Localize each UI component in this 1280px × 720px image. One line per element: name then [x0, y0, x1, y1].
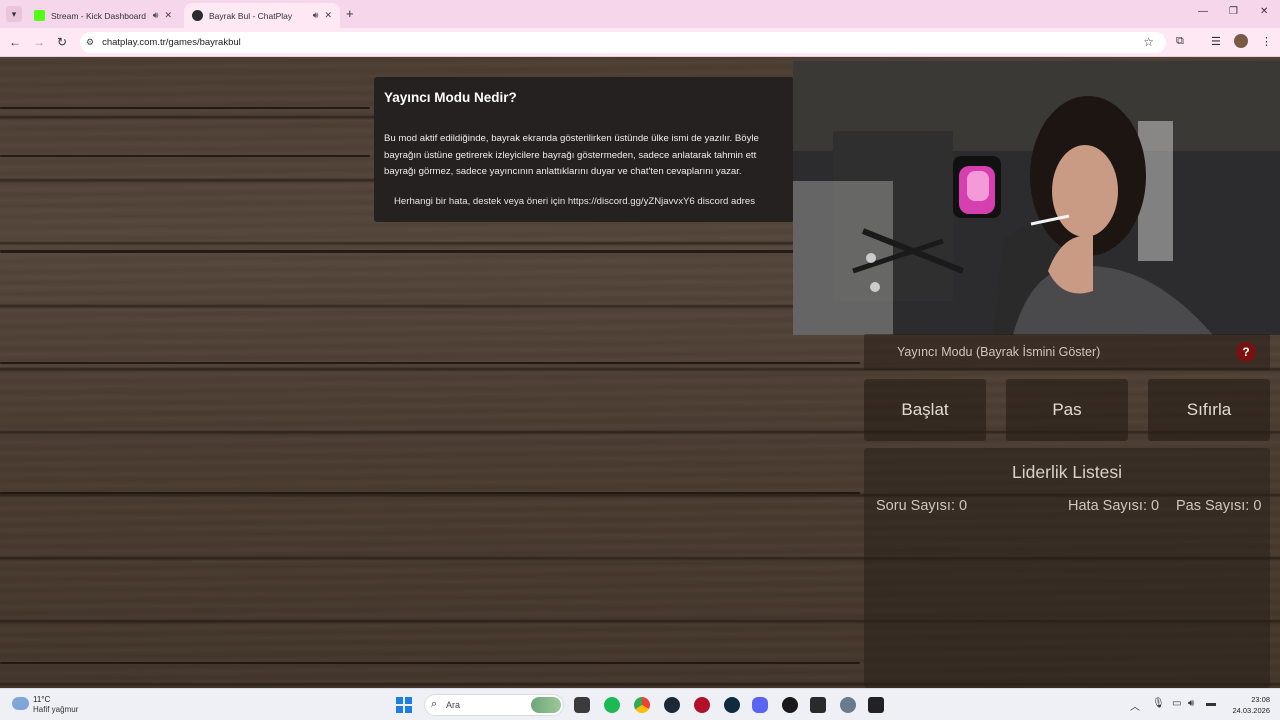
streamer-mode-info-modal: Yayıncı Modu Nedir? Bu mod aktif edildiğ…	[374, 77, 794, 222]
browser-tab-strip: ▾ Stream - Kick Dashboard 🔊︎ ✕ Bayrak Bu…	[0, 0, 1280, 28]
streamer-mode-toggle[interactable]: Yayıncı Modu (Bayrak İsmini Göster) ?	[864, 334, 1270, 370]
close-tab-icon[interactable]: ✕	[324, 10, 332, 21]
tab-title: Stream - Kick Dashboard	[51, 10, 146, 21]
profile-avatar[interactable]	[1234, 34, 1248, 48]
wood-crack	[0, 662, 860, 664]
site-info-icon[interactable]: ⚙	[86, 37, 94, 48]
start-button[interactable]: Başlat	[864, 379, 986, 441]
wood-crack	[0, 155, 370, 157]
leaderboard-panel: Liderlik Listesi Soru Sayısı: 0 Hata Say…	[864, 448, 1270, 688]
reset-button[interactable]: Sıfırla	[1148, 379, 1270, 441]
pass-button[interactable]: Pas	[1006, 379, 1128, 441]
game-page: Yayıncı Modu Nedir? Bu mod aktif edildiğ…	[0, 57, 1280, 688]
windows-taskbar: 11°C Hafif yağmur ⌕ Ara ︿ 🎙︎ ▭ 🔊︎ ▬ 23:0…	[0, 688, 1280, 720]
reload-icon[interactable]: ↻	[57, 35, 67, 49]
spotify-icon[interactable]	[604, 697, 620, 713]
wood-crack	[0, 250, 860, 253]
back-icon[interactable]: ←	[9, 35, 21, 49]
chevron-up-icon[interactable]: ︿	[1130, 698, 1140, 713]
question-count: Soru Sayısı: 0	[876, 498, 968, 514]
wood-crack	[0, 492, 860, 494]
epic-games-icon[interactable]	[810, 697, 826, 713]
tab-title: Bayrak Bul - ChatPlay	[209, 10, 293, 21]
search-icon: ⌕	[431, 698, 438, 710]
modal-title: Yayıncı Modu Nedir?	[384, 90, 517, 105]
streamer-mode-label: Yayıncı Modu (Bayrak İsmini Göster)	[897, 345, 1101, 359]
speaker-icon[interactable]: 🔊︎	[313, 10, 319, 21]
wood-crack	[0, 362, 860, 364]
chrome-icon[interactable]	[634, 697, 650, 713]
kick-icon	[34, 10, 45, 21]
reading-list-icon[interactable]: ☰	[1211, 35, 1221, 48]
extensions-icon[interactable]: ⧉	[1176, 35, 1184, 48]
clock-time: 23:08	[1251, 695, 1270, 704]
restore-icon[interactable]: ❐	[1229, 6, 1238, 17]
chatplay-icon	[192, 10, 203, 21]
address-toolbar: ← → ↻ ⚙ chatplay.com.tr/games/bayrakbul …	[0, 28, 1280, 57]
new-tab-button[interactable]: +	[346, 6, 354, 21]
clock-date: 24.03.2026	[1232, 706, 1270, 715]
network-icon[interactable]: ▭	[1172, 698, 1181, 709]
obs-icon[interactable]	[782, 697, 798, 713]
tab-kick-dashboard[interactable]: Stream - Kick Dashboard 🔊︎ ✕	[26, 3, 180, 28]
weather-temperature[interactable]: 11°C	[33, 695, 50, 704]
discord-icon[interactable]	[752, 697, 768, 713]
microphone-icon[interactable]: 🎙︎	[1152, 698, 1165, 709]
pass-count: Pas Sayısı: 0	[1176, 498, 1262, 514]
riot-icon[interactable]	[694, 697, 710, 713]
speaker-icon[interactable]: 🔊︎	[153, 10, 159, 21]
leaderboard-title: Liderlik Listesi	[1012, 462, 1122, 482]
windows-start-icon[interactable]	[396, 697, 412, 713]
webcam-overlay	[793, 61, 1280, 335]
tab-bayrak-bul[interactable]: Bayrak Bul - ChatPlay 🔊︎ ✕	[184, 3, 340, 28]
minimize-icon[interactable]: —	[1198, 6, 1208, 17]
close-tab-icon[interactable]: ✕	[164, 10, 172, 21]
bookmark-star-icon[interactable]: ☆	[1143, 35, 1154, 49]
ccleaner-icon[interactable]	[724, 697, 740, 713]
modal-footer: Herhangi bir hata, destek veya öneri içi…	[394, 196, 756, 207]
close-window-icon[interactable]: ✕	[1260, 6, 1268, 17]
webcam-feed-image	[793, 61, 1280, 335]
system-clock[interactable]: 23:08 24.03.2026	[1222, 694, 1270, 716]
search-placeholder: Ara	[446, 700, 461, 710]
volume-icon[interactable]: 🔊︎	[1188, 698, 1194, 709]
modal-body-line: Bu mod aktif edildiğinde, bayrak ekranda…	[384, 133, 759, 144]
url-text: chatplay.com.tr/games/bayrakbul	[102, 37, 241, 48]
tab-search-icon[interactable]: ▾	[6, 6, 22, 22]
taskbar-search[interactable]: ⌕ Ara	[424, 694, 564, 716]
file-explorer-icon[interactable]	[574, 697, 590, 713]
weather-description[interactable]: Hafif yağmur	[33, 705, 78, 714]
battery-icon[interactable]: ▬	[1206, 698, 1216, 709]
error-count: Hata Sayısı: 0	[1068, 498, 1160, 514]
cloud-rain-icon[interactable]	[12, 697, 29, 710]
modal-body-line: bayrağın üstüne getirerek izleyicilere b…	[384, 149, 757, 161]
terminal-icon[interactable]	[868, 697, 884, 713]
forward-icon[interactable]: →	[33, 35, 45, 49]
settings-gear-icon[interactable]	[840, 697, 856, 713]
steam-icon[interactable]	[664, 697, 680, 713]
modal-body-line: bayrağı görmez, sadece yayıncının anlatt…	[384, 166, 742, 177]
url-input[interactable]: ⚙ chatplay.com.tr/games/bayrakbul ☆	[80, 32, 1166, 53]
menu-icon[interactable]: ⋮	[1261, 35, 1272, 48]
modal-body: Bu mod aktif edildiğinde, bayrak ekranda…	[384, 131, 794, 181]
help-button[interactable]: ?	[1236, 342, 1256, 362]
wood-crack	[0, 107, 370, 109]
search-highlight-image	[531, 697, 561, 713]
